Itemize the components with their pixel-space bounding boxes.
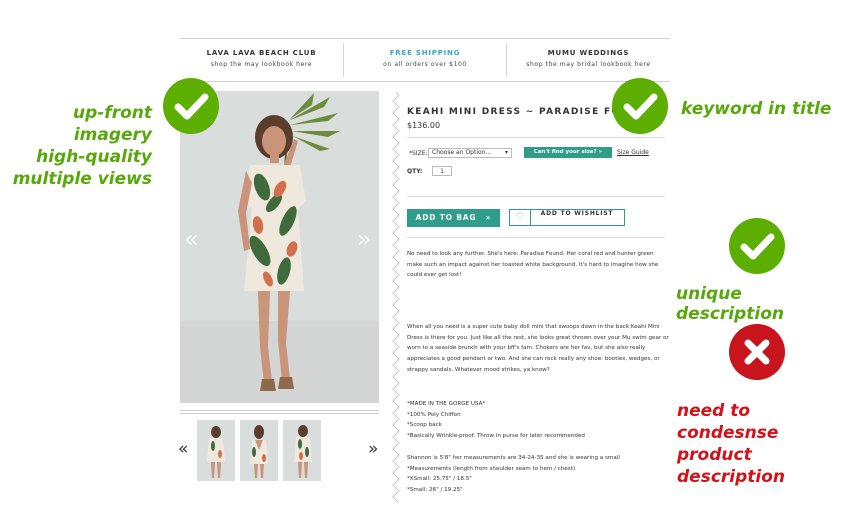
annotation-line: product description [677, 445, 786, 487]
wishlist-label: ADD TO WISHLIST [540, 210, 614, 217]
add-to-bag-label: ADD TO BAG [415, 213, 477, 222]
thumbnail-side[interactable] [283, 420, 321, 481]
annotation-keyword: keyword in title [681, 99, 832, 119]
promo-subtitle: shop the may lookbook here [210, 61, 313, 68]
promo-title: FREE SHIPPING [389, 49, 461, 57]
x-icon [729, 324, 785, 380]
bullet-item: *Basically Wrinkle-proof. Throw in purse… [407, 433, 585, 440]
description-body: When all you need is a super cute baby d… [407, 322, 669, 376]
description-bullets: *MADE IN THE GORGE USA* *100% Poly Chiff… [407, 399, 669, 442]
qty-label: QTY: [407, 168, 423, 175]
divider [407, 237, 665, 238]
thumb-divider [180, 410, 379, 411]
check-icon [729, 218, 785, 274]
annotation-line: high-quality [36, 147, 152, 167]
description-intro: No need to look any further. She's here:… [407, 249, 669, 281]
add-to-wishlist-button[interactable]: ♡ ADD TO WISHLIST [509, 209, 625, 226]
next-image-arrow[interactable]: » [357, 225, 372, 253]
annotation-imagery: up-front imagery high-quality multiple v… [0, 102, 152, 190]
add-to-bag-button[interactable]: ADD TO BAG » [407, 209, 500, 227]
main-product-image: « » [180, 91, 379, 403]
size-label: *SIZE: [409, 150, 428, 157]
promo-mumu-weddings[interactable]: MUMU WEDDINGS shop the may bridal lookbo… [507, 39, 670, 81]
size-guide-link[interactable]: Size Guide [617, 149, 649, 156]
product-title: KEAHI MINI DRESS ~ PARADISE FOUND [407, 107, 647, 117]
promo-subtitle: shop the may bridal lookbook here [526, 61, 651, 68]
promo-title: MUMU WEDDINGS [547, 49, 630, 57]
promo-bar: LAVA LAVA BEACH CLUB shop the may lookbo… [180, 38, 670, 82]
promo-title: LAVA LAVA BEACH CLUB [206, 49, 317, 57]
measure-item: *Small: 26" / 19.25" [407, 487, 463, 494]
chevron-down-icon: ▾ [504, 149, 508, 156]
bullet-item: *Scoop back [407, 422, 442, 429]
thumbnail-back[interactable] [240, 420, 278, 481]
promo-free-shipping[interactable]: FREE SHIPPING on all orders over $100 [344, 39, 506, 81]
promo-lava-lava[interactable]: LAVA LAVA BEACH CLUB shop the may lookbo… [180, 39, 343, 81]
annotation-line: multiple views [12, 169, 152, 189]
prev-image-arrow[interactable]: « [184, 225, 199, 253]
measure-item: *XSmall: 25.75" / 18.5" [407, 476, 472, 483]
qty-input[interactable]: 1 [432, 166, 452, 176]
bullet-item: *MADE IN THE GORGE USA* [407, 401, 486, 407]
check-icon [163, 78, 219, 134]
thumbnail-front[interactable] [197, 420, 235, 481]
thumb-next-arrow[interactable]: » [368, 439, 378, 459]
size-select[interactable]: Choose an Option... ▾ [428, 148, 512, 158]
promo-subtitle: on all orders over $100 [383, 61, 467, 68]
size-select-value: Choose an Option... [432, 149, 492, 156]
double-chevron-icon: » [485, 213, 492, 222]
model-photo [180, 91, 379, 403]
find-size-button[interactable]: Can't find your size? » [524, 147, 612, 158]
description-measurements: Shannon is 5'8" her measurements are 34-… [407, 453, 669, 496]
measure-intro: Shannon is 5'8" her measurements are 34-… [407, 455, 620, 461]
product-price: $136.00 [407, 121, 441, 130]
bullet-item: *100% Poly Chiffon [407, 411, 461, 418]
annotation-line: need to condesnse [677, 401, 779, 443]
annotation-unique: unique description [676, 284, 785, 324]
description-paragraph: When all you need is a super cute baby d… [407, 324, 669, 373]
thumb-prev-arrow[interactable]: « [178, 439, 188, 459]
measure-item: *Measurements (length from shoulder seam… [407, 465, 576, 472]
divider [407, 196, 665, 197]
annotation-line: up-front imagery [72, 103, 152, 145]
annotation-condense: need to condesnse product description [677, 400, 850, 488]
wavy-divider [392, 92, 400, 502]
description-paragraph: No need to look any further. She's here:… [407, 251, 659, 279]
heart-icon: ♡ [510, 210, 531, 225]
divider [407, 137, 665, 138]
check-icon [612, 78, 668, 134]
thumb-divider [180, 413, 379, 414]
